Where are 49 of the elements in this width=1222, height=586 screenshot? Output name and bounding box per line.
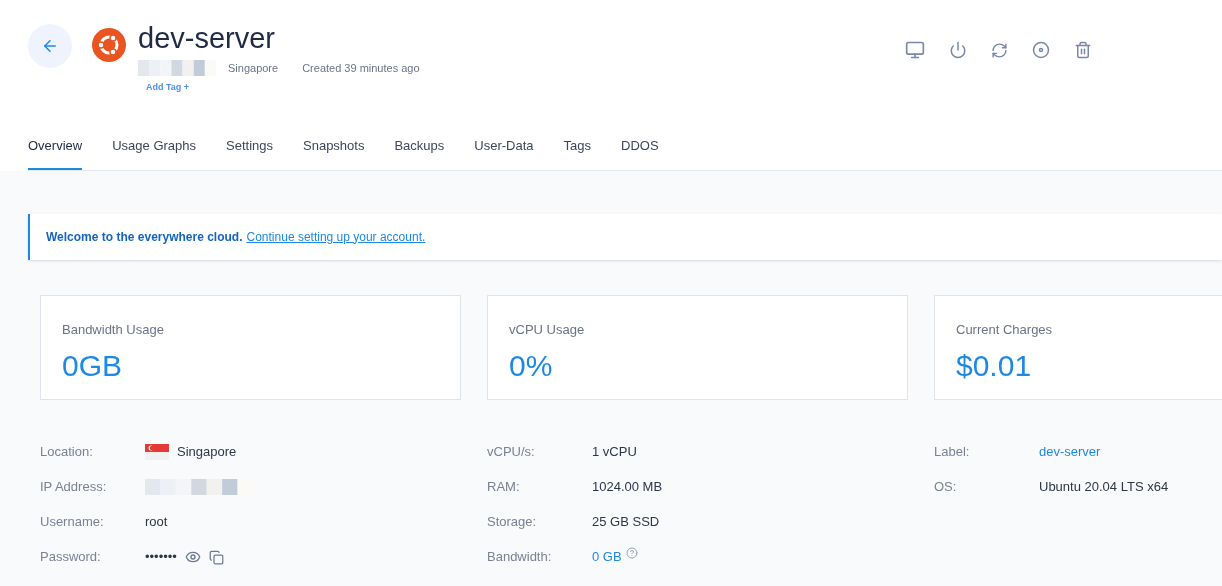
detail-label: Username: (40, 513, 105, 532)
stat-label: Bandwidth Usage (62, 320, 165, 339)
server-location: Singapore (228, 61, 279, 76)
tab[interactable]: User-Data (474, 136, 534, 170)
detail-label: Label: (934, 443, 971, 462)
detail-label: Password: (40, 548, 102, 567)
banner-text: Welcome to the everywhere cloud. (46, 228, 243, 246)
detail-label: IP Address: (40, 478, 108, 497)
detail-value: 1024.00 MB (592, 478, 663, 497)
back-button[interactable] (28, 24, 72, 68)
created-time: Created 39 minutes ago (302, 61, 420, 76)
label-link[interactable]: dev-server (1039, 442, 1101, 462)
stat-value: 0% (509, 348, 554, 384)
detail-label: Location: (40, 443, 94, 462)
tab[interactable]: Usage Graphs (112, 136, 196, 170)
tab[interactable]: Overview (28, 136, 83, 170)
detail-label: Storage: (487, 513, 538, 532)
help-icon[interactable] (625, 547, 638, 560)
restart-icon[interactable] (991, 41, 1008, 59)
server-name: dev-server (138, 21, 276, 56)
stat-value: 0GB (62, 348, 124, 384)
detail-value: 1 vCPU (592, 443, 637, 462)
detail-value: root (145, 513, 168, 532)
detail-label: Bandwidth: (487, 548, 553, 567)
tab[interactable]: DDOS (621, 136, 659, 170)
disc-icon[interactable] (1032, 41, 1050, 59)
tab[interactable]: Tags (563, 136, 592, 170)
setup-link[interactable]: Continue setting up your account. (246, 227, 426, 246)
password-value: ••••••• (145, 548, 177, 567)
detail-label: vCPU/s: (487, 443, 536, 462)
detail-label: OS: (934, 478, 958, 497)
flag-icon (145, 444, 169, 460)
ubuntu-logo-icon (92, 28, 126, 62)
stat-value: $0.01 (956, 348, 1033, 384)
bandwidth-link[interactable]: 0 GB (592, 547, 622, 567)
delete-icon[interactable] (1074, 41, 1092, 59)
eye-icon[interactable] (184, 549, 201, 565)
tab[interactable]: Backups (394, 136, 445, 170)
stat-label: Current Charges (956, 320, 1054, 339)
detail-value: Ubuntu 20.04 LTS x64 (1039, 478, 1169, 497)
tab[interactable]: Settings (226, 136, 273, 170)
copy-icon[interactable] (208, 549, 224, 565)
power-icon[interactable] (949, 41, 967, 59)
location-value: Singapore (177, 443, 237, 462)
detail-value: 25 GB SSD (592, 513, 660, 532)
stat-label: vCPU Usage (509, 320, 586, 339)
console-icon[interactable] (905, 40, 925, 60)
tab[interactable]: Snapshots (303, 136, 365, 170)
detail-label: RAM: (487, 478, 521, 497)
